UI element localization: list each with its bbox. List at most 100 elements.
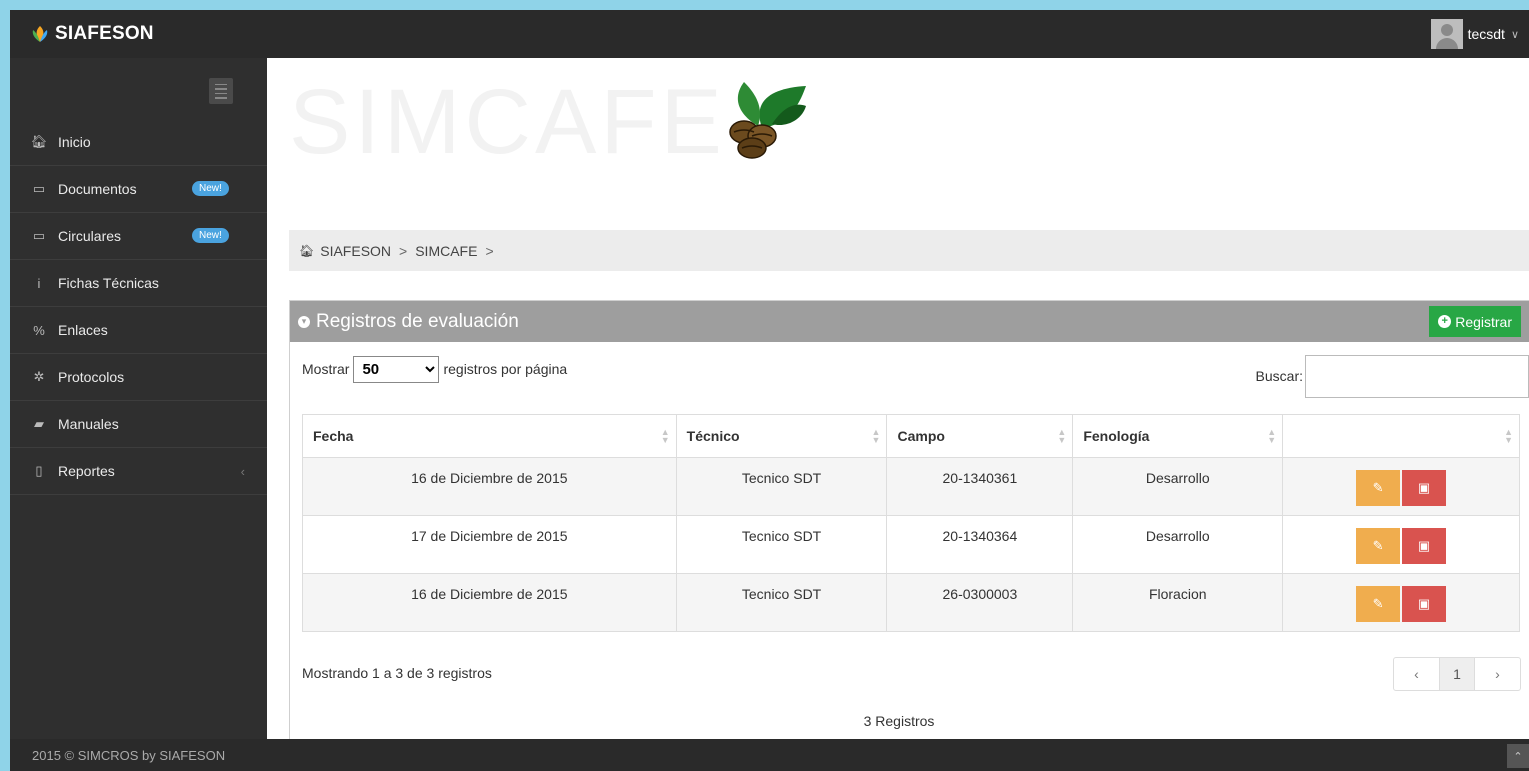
coffee-beans-logo-icon — [729, 82, 806, 159]
link-icon: % — [33, 322, 45, 338]
sidebar-item-label: Enlaces — [58, 322, 108, 338]
sidebar: 🏠︎ Inicio ▭ Documentos New! ▭ Circulares New! i F… — [10, 58, 267, 739]
sidebar-item-label: Protocolos — [58, 369, 125, 385]
table-cell: 16 de Diciembre de 2015 — [302, 457, 677, 516]
gear-icon: ✲ — [33, 369, 45, 384]
main-content: SIMCAFE 🏠︎ SIAFESON > SIMCAFE > ▾ Regist… — [267, 58, 1529, 740]
table-cell: 20-1340361 — [886, 457, 1074, 516]
table-cell: Tecnico SDT — [675, 515, 888, 574]
delete-button[interactable]: ▣ — [1402, 528, 1447, 564]
table-cell: Floracion — [1072, 573, 1284, 632]
actions-cell: ✎ ▣ — [1282, 573, 1520, 632]
column-header[interactable]: Fenología ▲ ▼ — [1072, 414, 1284, 458]
table-header-row: Fecha ▲ ▼ Técnico ▲ ▼ Campo ▲ ▼ Fenología ▲ ▼ ▲ ▼ — [302, 414, 1520, 458]
sort-icon: ▲ ▼ — [1504, 427, 1513, 445]
sidebar-item-fichas-t-cnicas[interactable]: i Fichas Técnicas — [10, 260, 267, 307]
page-footer: 2015 © SIMCROS by SIAFESON ⌃ — [10, 739, 1529, 771]
menu-toggle-button[interactable] — [209, 78, 233, 104]
sidebar-item-label: Circulares — [58, 228, 122, 244]
pagination: ‹ 1 › — [1393, 657, 1521, 691]
table-cell: Tecnico SDT — [675, 573, 888, 632]
breadcrumb-item-siafeson[interactable]: SIAFESON — [320, 243, 391, 259]
records-table: Fecha ▲ ▼ Técnico ▲ ▼ Campo ▲ ▼ Fenología ▲ ▼ ▲ ▼ 16 … — [302, 414, 1520, 632]
table-controls: Mostrar 50 registros por página Buscar: — [302, 354, 1529, 398]
sort-icon: ▲ ▼ — [1057, 427, 1067, 445]
sidebar-item-label: Inicio — [58, 134, 91, 150]
sidebar-item-manuales[interactable]: ▰ Manuales — [10, 401, 267, 448]
user-menu[interactable]: tecsdt ∨ — [1430, 16, 1519, 52]
sidebar-item-protocolos[interactable]: ✲ Protocolos — [10, 354, 267, 401]
edit-button[interactable]: ✎ — [1356, 528, 1401, 564]
user-name: tecsdt — [1467, 26, 1505, 42]
register-button[interactable]: + Registrar — [1429, 306, 1521, 337]
row-actions: ✎ ▣ — [1283, 516, 1519, 564]
siafeson-logo-icon — [32, 26, 48, 42]
sidebar-item-reportes[interactable]: ▯ Reportes ‹ — [10, 448, 267, 495]
sidebar-item-documentos[interactable]: ▭ Documentos New! — [10, 166, 267, 213]
sidebar-item-label: Manuales — [58, 416, 119, 432]
page-1-button[interactable]: 1 — [1439, 658, 1475, 690]
search-label: Buscar: — [1255, 368, 1303, 384]
sidebar-nav: 🏠︎ Inicio ▭ Documentos New! ▭ Circulares New! i F… — [10, 119, 267, 495]
column-header[interactable]: Fecha ▲ ▼ — [302, 414, 677, 458]
table-cell: Tecnico SDT — [675, 457, 888, 516]
column-header-label: Fecha — [313, 428, 354, 444]
delete-button[interactable]: ▣ — [1402, 470, 1447, 506]
home-icon[interactable]: 🏠︎ — [299, 244, 314, 258]
trash-icon: ▣ — [1417, 538, 1431, 553]
home-icon: 🏠︎ — [30, 134, 48, 149]
table-info: Mostrando 1 a 3 de 3 registros — [302, 665, 492, 681]
table-cell: 16 de Diciembre de 2015 — [302, 573, 677, 632]
pencil-icon: ✎ — [1372, 538, 1384, 553]
table-row: 16 de Diciembre de 2015 Tecnico SDT 20-134… — [302, 457, 1520, 516]
table-cell: 17 de Diciembre de 2015 — [302, 515, 677, 574]
actions-cell: ✎ ▣ — [1282, 457, 1520, 516]
edit-button[interactable]: ✎ — [1356, 470, 1401, 506]
column-header[interactable]: Campo ▲ ▼ — [886, 414, 1074, 458]
banner-title: SIMCAFE — [289, 71, 726, 173]
sort-icon: ▲ ▼ — [871, 427, 881, 445]
scroll-top-button[interactable]: ⌃ — [1507, 744, 1529, 768]
column-header-label: Técnico — [686, 428, 740, 444]
trash-icon: ▣ — [1417, 480, 1431, 495]
show-prefix: Mostrar — [302, 361, 350, 377]
table-row: 16 de Diciembre de 2015 Tecnico SDT 26-030… — [302, 573, 1520, 632]
breadcrumb-separator: > — [399, 242, 408, 259]
sidebar-item-label: Documentos — [58, 181, 137, 197]
next-page-button[interactable]: › — [1475, 658, 1520, 690]
file-icon: ▯ — [35, 463, 43, 478]
footer-text: 2015 © SIMCROS by SIAFESON — [32, 747, 226, 763]
column-header[interactable]: ▲ ▼ — [1282, 414, 1520, 458]
book-icon: ▰ — [34, 416, 44, 431]
folder-icon: ▭ — [32, 181, 46, 196]
simcafe-banner: SIMCAFE — [289, 72, 810, 192]
page-length-control: Mostrar 50 registros por página — [302, 354, 567, 384]
table-cell: Desarrollo — [1072, 515, 1284, 574]
sidebar-item-enlaces[interactable]: % Enlaces — [10, 307, 267, 354]
row-actions: ✎ ▣ — [1283, 574, 1519, 622]
info-icon: i — [37, 275, 41, 291]
evaluation-panel: ▾ Registros de evaluación + Registrar Mo… — [289, 300, 1529, 740]
sort-icon: ▲ ▼ — [660, 427, 670, 445]
edit-button[interactable]: ✎ — [1356, 586, 1401, 622]
sort-icon: ▲ ▼ — [1267, 427, 1277, 445]
prev-page-button[interactable]: ‹ — [1394, 658, 1439, 690]
search-control: Buscar: — [1256, 354, 1529, 398]
search-input[interactable] — [1305, 354, 1529, 398]
breadcrumb-item-simcafe[interactable]: SIMCAFE — [415, 243, 477, 259]
delete-button[interactable]: ▣ — [1402, 586, 1447, 622]
brand[interactable]: SIAFESON — [30, 22, 154, 46]
sidebar-item-inicio[interactable]: 🏠︎ Inicio — [10, 119, 267, 166]
avatar — [1430, 19, 1463, 49]
chevron-left-icon: ‹ — [240, 463, 245, 479]
table-row: 17 de Diciembre de 2015 Tecnico SDT 20-134… — [302, 515, 1520, 574]
column-header-label: Campo — [897, 428, 945, 444]
sidebar-item-label: Fichas Técnicas — [58, 275, 159, 291]
table-cell: Desarrollo — [1072, 457, 1284, 516]
total-records: 3 Registros — [863, 713, 935, 729]
show-suffix: registros por página — [443, 361, 568, 377]
top-navbar: SIAFESON tecsdt ∨ — [10, 10, 1529, 58]
page-size-select[interactable]: 50 — [353, 355, 440, 383]
column-header[interactable]: Técnico ▲ ▼ — [675, 414, 888, 458]
sidebar-item-circulares[interactable]: ▭ Circulares New! — [10, 213, 267, 260]
